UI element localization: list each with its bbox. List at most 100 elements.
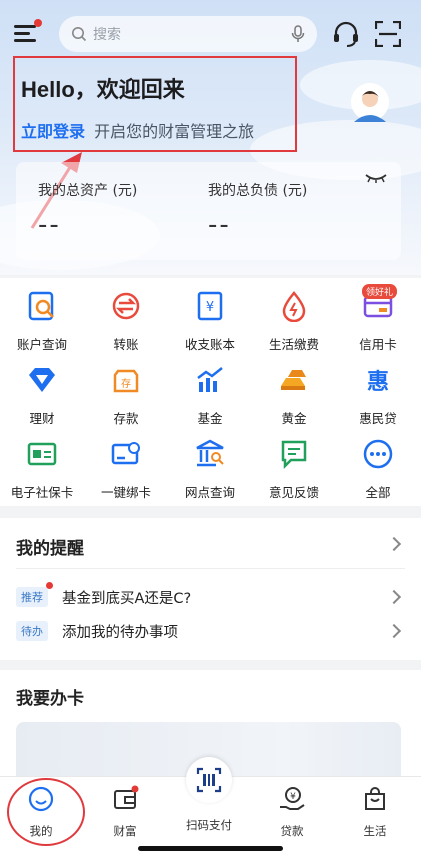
- grid-item-deposit[interactable]: 存 存款: [84, 364, 168, 427]
- grid-item-feedback[interactable]: 意见反馈: [252, 438, 336, 501]
- scan-pay-button[interactable]: [186, 757, 232, 803]
- more-icon: [363, 439, 393, 469]
- bind-card-icon: [111, 442, 140, 465]
- social-security-card-icon: [27, 442, 57, 466]
- grid-label: 存款: [113, 411, 139, 426]
- fund-chart-icon: [197, 367, 223, 392]
- grid-item-credit-card[interactable]: 信用卡: [336, 290, 420, 353]
- search-icon: [72, 27, 87, 42]
- reminder-row[interactable]: 待办 添加我的待办事项: [16, 620, 178, 642]
- wallet-icon: [114, 785, 139, 809]
- grid-label: 理财: [29, 411, 55, 426]
- grid-label: 意见反馈: [268, 485, 319, 500]
- tab-label: 财富: [113, 824, 137, 838]
- tab-label: 贷款: [280, 824, 304, 838]
- function-grid: 账户查询 转账 ¥ 收支账本 生活缴费 信用卡 理财 存 存款 基金 黄金 惠 …: [0, 278, 421, 506]
- grid-label: 一键绑卡: [100, 485, 151, 500]
- wealth-diamond-icon: [29, 368, 55, 392]
- notification-dot: [46, 582, 53, 589]
- welcome-title: Hello，欢迎回来: [21, 77, 185, 102]
- branch-query-icon: [196, 439, 224, 467]
- menu-button[interactable]: [14, 19, 42, 45]
- grid-item-gold[interactable]: 黄金: [252, 364, 336, 427]
- grid-item-account-query[interactable]: 账户查询: [0, 290, 84, 353]
- credit-card-promo-badge: 领好礼: [362, 284, 398, 299]
- top-bar: 搜索: [0, 14, 421, 54]
- grid-item-bind-card[interactable]: 一键绑卡: [84, 438, 168, 501]
- grid-label: 转账: [113, 337, 139, 352]
- grid-label: 网点查询: [184, 485, 235, 500]
- grid-label: 基金: [197, 411, 223, 426]
- grid-label: 全部: [365, 485, 391, 500]
- svg-text:¥: ¥: [290, 792, 296, 802]
- svg-text:¥: ¥: [206, 300, 214, 315]
- tab-life[interactable]: 生活: [345, 785, 405, 839]
- feedback-icon: [281, 440, 307, 470]
- reminder-text: 添加我的待办事项: [62, 624, 178, 641]
- home-indicator: [138, 846, 283, 851]
- total-debt: 我的总负债 (元) --: [208, 180, 307, 240]
- tab-loan[interactable]: ¥ 贷款: [262, 785, 322, 839]
- chevron-right-icon[interactable]: [386, 623, 402, 639]
- reminder-tag-text: 待办: [21, 625, 43, 638]
- transfer-icon: [112, 292, 140, 320]
- notification-dot: [34, 19, 42, 27]
- gold-bar-icon: [281, 370, 306, 390]
- total-assets-value: --: [38, 210, 61, 240]
- svg-text:存: 存: [121, 377, 131, 390]
- grid-item-utility-payment[interactable]: 生活缴费: [252, 290, 336, 353]
- asset-summary-card[interactable]: 我的总资产 (元) -- 我的总负债 (元) --: [16, 162, 401, 260]
- apply-card-title: 我要办卡: [16, 689, 84, 709]
- grid-item-ledger[interactable]: ¥ 收支账本: [168, 290, 252, 353]
- grid-label: 信用卡: [359, 337, 397, 352]
- qr-scan-icon: [196, 767, 222, 793]
- grid-label: 电子社保卡: [10, 485, 74, 500]
- grid-item-all[interactable]: 全部: [336, 438, 420, 501]
- reminders-section: 我的提醒 推荐 基金到底买A还是C? 待办 添加我的待办事项: [0, 518, 421, 660]
- total-assets: 我的总资产 (元) --: [38, 180, 137, 240]
- ledger-icon: ¥: [197, 291, 223, 321]
- total-debt-label: 我的总负债 (元): [208, 183, 308, 199]
- grid-label: 黄金: [281, 411, 307, 426]
- grid-item-social-security[interactable]: 电子社保卡: [0, 438, 84, 501]
- reminder-text: 基金到底买A还是C?: [62, 590, 192, 607]
- avatar[interactable]: [350, 82, 390, 122]
- hide-balance-eye-icon[interactable]: [365, 172, 387, 184]
- grid-item-wealth[interactable]: 理财: [0, 364, 84, 427]
- deposit-icon: 存: [113, 369, 139, 393]
- tab-scan-pay[interactable]: 扫码支付: [179, 811, 239, 833]
- grid-label: 生活缴费: [268, 337, 319, 352]
- login-prompt: 立即登录 开启您的财富管理之旅: [21, 118, 254, 142]
- grid-label: 惠民贷: [359, 411, 397, 426]
- chevron-right-icon[interactable]: [386, 589, 402, 605]
- customer-service-headset-icon[interactable]: [331, 19, 361, 49]
- reminder-row[interactable]: 推荐 基金到底买A还是C?: [16, 582, 192, 608]
- svg-text:惠: 惠: [367, 370, 389, 395]
- total-assets-label: 我的总资产 (元): [38, 183, 138, 199]
- grid-item-loan[interactable]: 惠 惠民贷: [336, 364, 420, 427]
- reminder-tag: 推荐: [16, 582, 53, 607]
- shopping-bag-icon: [365, 787, 385, 810]
- search-placeholder: 搜索: [93, 27, 121, 43]
- annotation-highlight-circle: [7, 778, 85, 846]
- utility-payment-icon: [282, 291, 306, 323]
- grid-item-transfer[interactable]: 转账: [84, 290, 168, 353]
- microphone-icon[interactable]: [291, 25, 305, 43]
- reminders-title: 我的提醒: [16, 539, 84, 559]
- tab-label: 扫码支付: [186, 818, 232, 832]
- grid-label: 收支账本: [184, 337, 235, 352]
- loan-icon: 惠: [367, 370, 389, 395]
- tab-wealth[interactable]: 财富: [95, 785, 155, 839]
- grid-label: 账户查询: [16, 337, 67, 352]
- account-query-icon: [28, 291, 54, 321]
- login-subtitle: 开启您的财富管理之旅: [94, 122, 255, 141]
- tab-label: 生活: [363, 824, 387, 838]
- scan-icon[interactable]: [375, 21, 401, 47]
- login-link[interactable]: 立即登录: [21, 122, 85, 141]
- total-debt-value: --: [208, 210, 231, 240]
- grid-item-fund[interactable]: 基金: [168, 364, 252, 427]
- reminder-tag-text: 推荐: [21, 591, 43, 604]
- chevron-right-icon[interactable]: [386, 536, 402, 552]
- grid-item-branch-query[interactable]: 网点查询: [168, 438, 252, 501]
- search-input[interactable]: 搜索: [59, 16, 317, 52]
